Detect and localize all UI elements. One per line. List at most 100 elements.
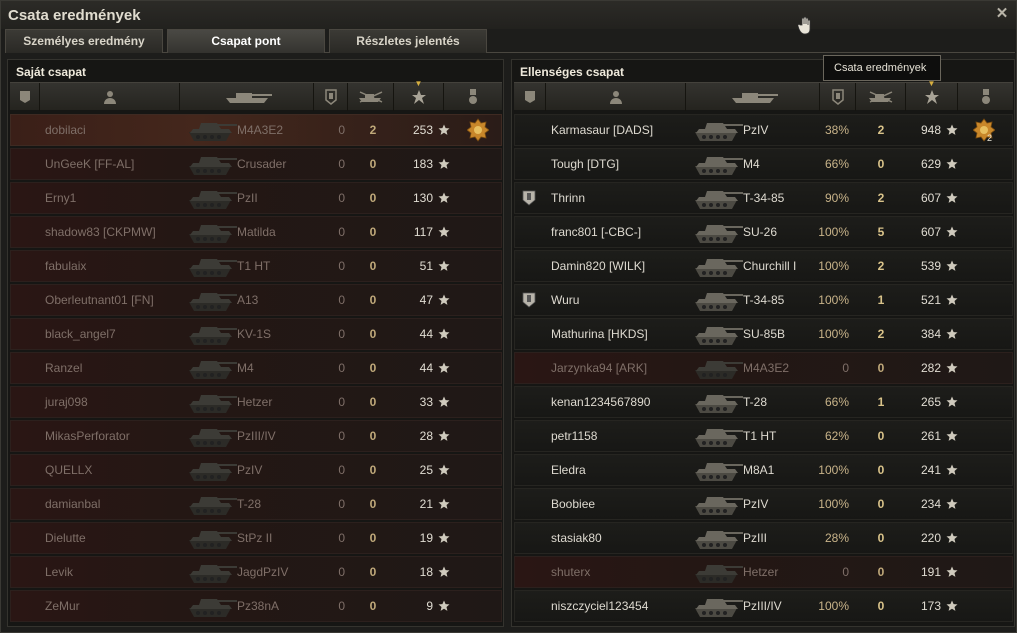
tank-name: T1 HT (237, 259, 271, 273)
tank-column-header[interactable] (686, 83, 820, 111)
table-row[interactable]: Damin820 [WILK] Churchill I 100% 2 539 (514, 250, 1013, 282)
xp-star-icon (411, 90, 426, 104)
damage-value: 66% (824, 157, 849, 171)
kills-column-header[interactable] (856, 83, 906, 111)
xp-star-icon (946, 260, 958, 271)
xp-value: 539 (920, 259, 941, 273)
xp-star-icon (438, 260, 450, 271)
table-row[interactable]: Karmasaur [DADS] PzIV 38% 2 948 2 (514, 114, 1013, 146)
table-row[interactable]: Eledra M8A1 100% 0 241 (514, 454, 1013, 486)
xp-value: 384 (920, 327, 941, 341)
player-name: Oberleutnant01 [FN] (45, 293, 154, 307)
table-row[interactable]: franc801 [-CBC-] SU-26 100% 5 607 (514, 216, 1013, 248)
table-row[interactable]: Thrinn T-34-85 90% 2 607 (514, 182, 1013, 214)
table-row[interactable]: niszczyciel123454 PzIII/IV 100% 0 173 (514, 590, 1013, 622)
kills-value: 0 (877, 497, 885, 511)
table-row[interactable]: damianbal T-28 0 0 21 (10, 488, 502, 520)
xp-value: 183 (412, 157, 433, 171)
tank-image (695, 157, 743, 175)
tank-name: KV-1S (237, 327, 272, 341)
table-row[interactable]: dobilaci M4A3E2 0 2 253 (10, 114, 502, 146)
tank-name: Pz38nA (237, 599, 280, 613)
table-row[interactable]: shuterx Hetzer 0 0 191 (514, 556, 1013, 588)
tank-image (189, 565, 237, 583)
xp-star-icon (438, 294, 450, 305)
squad-column-header[interactable] (514, 83, 546, 111)
damage-value: 28% (824, 531, 849, 545)
table-row[interactable]: stasiak80 PzIII 28% 0 220 (514, 522, 1013, 554)
damage-column-header[interactable] (820, 83, 856, 111)
xp-star-icon (946, 600, 958, 611)
tab-team-score[interactable]: Csapat pont (167, 29, 325, 53)
damage-value: 100% (818, 599, 849, 613)
table-row[interactable]: ZeMur Pz38nA 0 0 9 (10, 590, 502, 622)
table-row[interactable]: Tough [DTG] M4 66% 0 629 (514, 148, 1013, 180)
medal-icon (469, 89, 477, 104)
tank-image (189, 599, 237, 617)
tab-personal-results[interactable]: Személyes eredmény (5, 29, 163, 53)
player-column-header[interactable] (546, 83, 686, 111)
table-row[interactable]: Mathurina [HKDS] SU-85B 100% 2 384 (514, 318, 1013, 350)
xp-value: 47 (419, 293, 433, 307)
kills-value: 0 (369, 599, 377, 613)
enemy-team-header: ▼ (514, 79, 1013, 111)
kills-value: 0 (369, 361, 377, 375)
player-column-header[interactable] (40, 83, 180, 111)
tank-image (695, 497, 743, 515)
tank-name: StPz II (237, 531, 273, 545)
xp-star-icon (946, 192, 958, 203)
table-row[interactable]: shadow83 [CKPMW] Matilda 0 0 117 (10, 216, 502, 248)
xp-star-icon (946, 294, 958, 305)
tank-image (189, 191, 237, 209)
table-row[interactable]: QUELLX PzIV 0 0 25 (10, 454, 502, 486)
kills-value: 2 (877, 191, 885, 205)
tank-image (695, 599, 743, 617)
table-row[interactable]: kenan1234567890 T-28 66% 1 265 (514, 386, 1013, 418)
damage-value: 0 (338, 599, 345, 613)
close-icon[interactable]: ✕ (994, 4, 1010, 22)
table-row[interactable]: Boobiee PzIV 100% 0 234 (514, 488, 1013, 520)
table-row[interactable]: petr1158 T1 HT 62% 0 261 (514, 420, 1013, 452)
xp-value: 253 (412, 123, 433, 137)
table-row[interactable]: black_angel7 KV-1S 0 0 44 (10, 318, 502, 350)
kills-value: 0 (369, 191, 377, 205)
table-row[interactable]: juraj098 Hetzer 0 0 33 (10, 386, 502, 418)
table-row[interactable]: Ranzel M4 0 0 44 (10, 352, 502, 384)
tank-column-header[interactable] (180, 83, 314, 111)
player-name: Dielutte (45, 531, 86, 545)
damage-column-header[interactable] (314, 83, 348, 111)
table-row[interactable]: Oberleutnant01 [FN] A13 0 0 47 (10, 284, 502, 316)
achievement-medal-icon[interactable] (467, 118, 489, 142)
kills-value: 0 (369, 327, 377, 341)
xp-column-header[interactable]: ▼ (906, 79, 958, 111)
medal-column-header[interactable] (958, 83, 1013, 111)
medal-icon (981, 89, 990, 104)
kills-value: 0 (877, 157, 885, 171)
damage-value: 0 (842, 565, 849, 579)
xp-star-icon (438, 566, 450, 577)
tab-detailed-report[interactable]: Részletes jelentés (329, 29, 487, 53)
table-row[interactable]: Erny1 PzII 0 0 130 (10, 182, 502, 214)
table-row[interactable]: MikasPerforator PzIII/IV 0 0 28 (10, 420, 502, 452)
tank-name: A13 (237, 293, 259, 307)
squad-column-header[interactable] (10, 83, 40, 111)
xp-star-icon (438, 430, 450, 441)
medal-column-header[interactable] (444, 83, 502, 111)
kills-value: 0 (877, 531, 885, 545)
kills-column-header[interactable] (348, 83, 394, 111)
xp-star-icon (946, 396, 958, 407)
damage-value: 0 (842, 361, 849, 375)
table-row[interactable]: Wuru T-34-85 100% 1 521 (514, 284, 1013, 316)
table-row[interactable]: Dielutte StPz II 0 0 19 (10, 522, 502, 554)
tank-image (189, 225, 237, 243)
tank-image (189, 157, 237, 175)
table-row[interactable]: Levik JagdPzIV 0 0 18 (10, 556, 502, 588)
kills-value: 0 (369, 293, 377, 307)
table-row[interactable]: UnGeeK [FF-AL] Crusader 0 0 183 (10, 148, 502, 180)
damage-value: 100% (818, 225, 849, 239)
xp-column-header[interactable]: ▼ (394, 79, 444, 111)
window-title: Csata eredmények (8, 7, 141, 24)
table-row[interactable]: fabulaix T1 HT 0 0 51 (10, 250, 502, 282)
player-name: Erny1 (45, 191, 77, 205)
table-row[interactable]: Jarzynka94 [ARK] M4A3E2 0 0 282 (514, 352, 1013, 384)
